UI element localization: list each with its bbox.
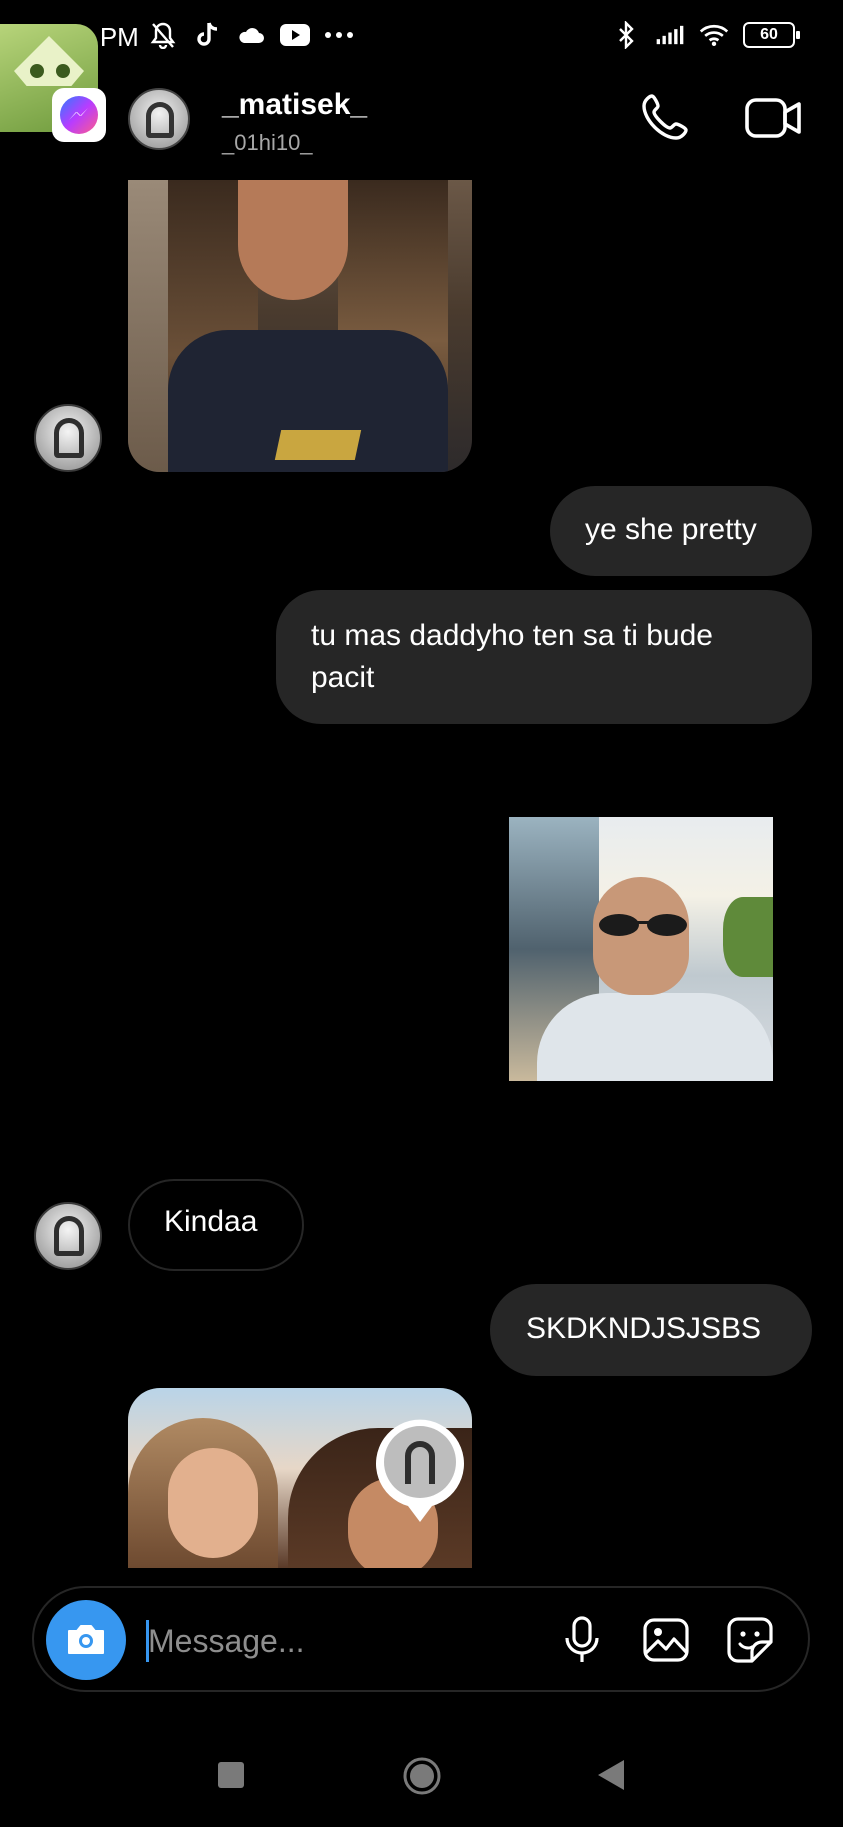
more-dots-icon: [324, 20, 354, 50]
message-input[interactable]: [148, 1606, 528, 1676]
bluetooth-icon: [611, 20, 641, 50]
microphone-icon[interactable]: [554, 1612, 610, 1668]
home-icon[interactable]: [402, 1756, 442, 1796]
video-camera-icon[interactable]: [744, 94, 804, 142]
sender-avatar[interactable]: [34, 404, 102, 472]
sticker-icon[interactable]: [722, 1612, 778, 1668]
message-image-selfie[interactable]: [128, 180, 472, 472]
message-image-two-girls[interactable]: [128, 1388, 472, 1568]
gallery-icon[interactable]: [638, 1612, 694, 1668]
system-nav-bar: [0, 1740, 843, 1827]
phone-icon[interactable]: [640, 90, 692, 142]
status-bar: 8:30 PM 60: [0, 0, 843, 78]
cloud-icon: [236, 20, 266, 50]
messenger-icon: [52, 88, 106, 142]
tiktok-icon: [192, 20, 222, 50]
message-composer: [32, 1586, 810, 1692]
recents-icon[interactable]: [218, 1762, 244, 1788]
chat-head-bubble[interactable]: [0, 24, 106, 212]
battery-icon: 60: [743, 22, 800, 48]
message-bubble-received[interactable]: Kindaa: [128, 1179, 304, 1271]
message-bubble-sent[interactable]: ye she pretty: [550, 486, 812, 576]
message-bubble-sent[interactable]: tu mas daddyho ten sa ti bude pacit: [276, 590, 812, 724]
battery-level: 60: [760, 26, 778, 43]
camera-icon[interactable]: [46, 1600, 126, 1680]
reaction-avatar-pin: [376, 1419, 464, 1522]
signal-icon: [655, 20, 685, 50]
youtube-icon: [280, 20, 310, 50]
bell-off-icon: [148, 20, 178, 50]
sender-avatar[interactable]: [34, 1202, 102, 1270]
contact-username[interactable]: _01hi10_: [222, 130, 313, 156]
chat-header: _matisek_ _01hi10_: [0, 80, 843, 180]
wifi-icon: [699, 20, 729, 50]
message-bubble-sent[interactable]: SKDKNDJSJSBS: [490, 1284, 812, 1376]
contact-avatar[interactable]: [128, 88, 190, 150]
back-icon[interactable]: [594, 1758, 626, 1792]
message-image-man[interactable]: [509, 817, 773, 1081]
contact-display-name[interactable]: _matisek_: [222, 88, 367, 122]
